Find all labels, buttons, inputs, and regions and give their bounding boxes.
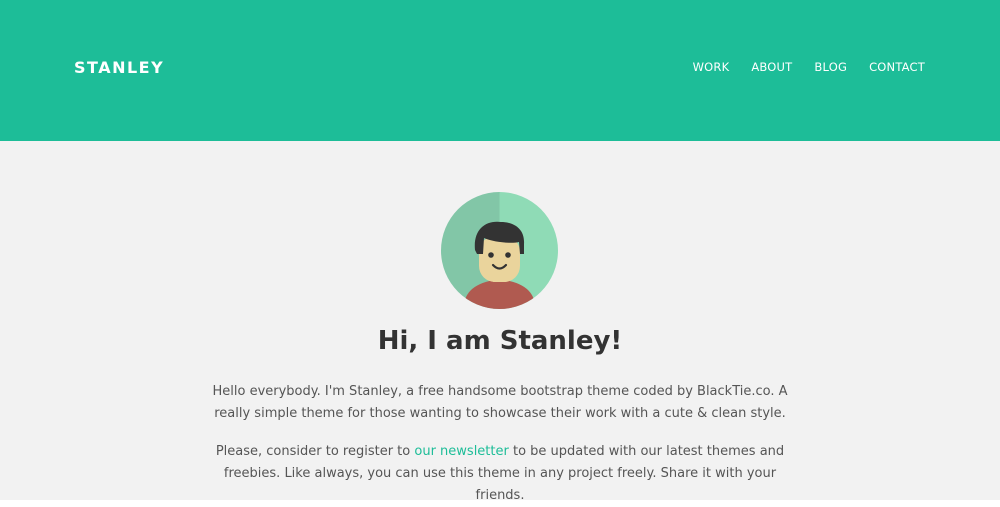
hero-section: Hi, I am Stanley! Hello everybody. I'm S… (0, 141, 1000, 503)
intro-paragraph: Hello everybody. I'm Stanley, a free han… (212, 384, 788, 421)
nav-contact[interactable]: CONTACT (869, 60, 925, 74)
brand-logo[interactable]: STANLEY (74, 58, 164, 77)
newsletter-paragraph: Please, consider to register to our news… (200, 441, 800, 507)
nav-about[interactable]: ABOUT (751, 60, 792, 74)
nav-work[interactable]: WORK (693, 60, 730, 74)
person-avatar-icon (441, 192, 558, 309)
page-title: Hi, I am Stanley! (377, 326, 623, 356)
site-header: STANLEY WORK ABOUT BLOG CONTACT (0, 0, 1000, 141)
nav-blog[interactable]: BLOG (814, 60, 847, 74)
newsletter-text-before: Please, consider to register to (215, 444, 415, 459)
newsletter-link[interactable]: our newsletter (414, 444, 508, 459)
main-nav: WORK ABOUT BLOG CONTACT (693, 60, 925, 74)
